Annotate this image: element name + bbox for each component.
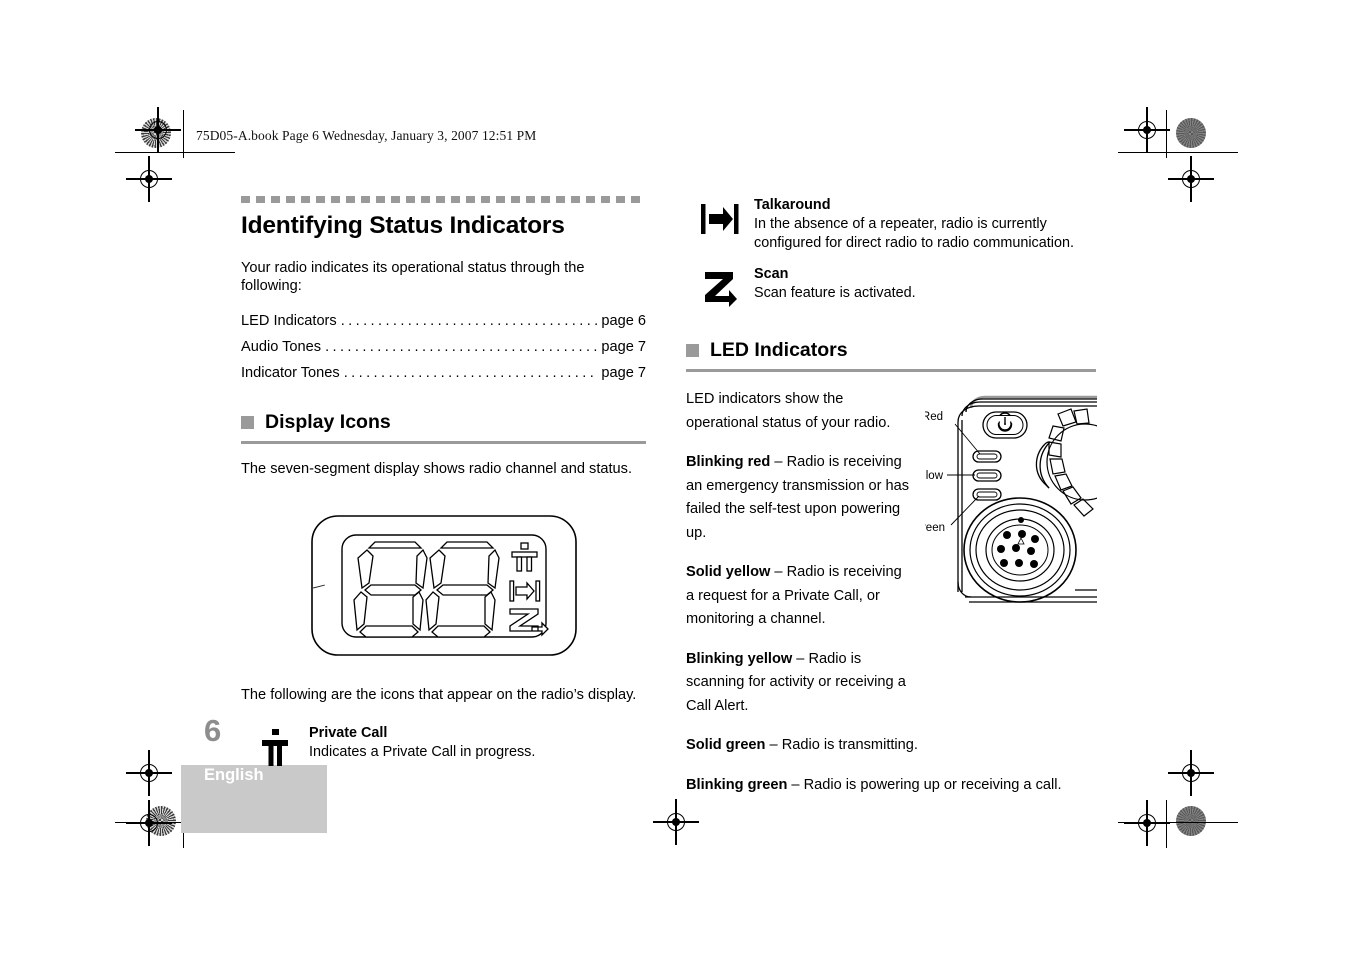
trim-line-vert-left-top [183, 110, 185, 158]
section-rule [241, 441, 646, 444]
print-slug: 75D05-A.book Page 6 Wednesday, January 3… [196, 128, 537, 143]
icon-text: Talkaround In the absence of a repeater,… [754, 196, 1096, 253]
toc-row[interactable]: Indicator Tones ........................… [241, 360, 646, 386]
icon-cell [686, 196, 754, 253]
dash: – [770, 454, 787, 470]
dash: – [770, 564, 787, 580]
section-heading-led-indicators: LED Indicators [686, 339, 1096, 362]
decorative-dashed-rule [241, 196, 646, 203]
registration-mark-bottom-center [653, 799, 699, 845]
star-target-mark-bottom-right [1176, 806, 1206, 836]
led-intro-text: LED indicators show the operational stat… [686, 391, 891, 431]
toc-leader-dots: ........................................… [340, 313, 599, 329]
icon-name: Private Call [309, 725, 388, 741]
icon-cell [686, 265, 754, 309]
page-number: 6 [204, 713, 222, 748]
callout-label-green: Green [925, 522, 945, 534]
section-heading-display-icons: Display Icons [241, 411, 646, 434]
icon-description: Indicates a Private Call in progress. [309, 744, 536, 760]
icon-text: Scan Scan feature is activated. [754, 265, 1096, 309]
trim-line-top-left [115, 152, 235, 154]
led-state-solid-yellow: Solid yellow – Radio is receiving a requ… [686, 561, 912, 632]
registration-mark-left-upper [126, 156, 172, 202]
toc-label: LED Indicators [241, 313, 337, 329]
led-red [972, 450, 1002, 463]
section-rule [686, 369, 1096, 372]
display-figure [241, 513, 646, 658]
toc-label: Indicator Tones [241, 365, 340, 381]
toc-page: page 7 [601, 339, 646, 355]
icon-description: In the absence of a repeater, radio is c… [754, 216, 1074, 251]
radio-led-callout-illustration: Red Yellow Green [925, 395, 1097, 603]
led-state-label: Blinking red [686, 454, 771, 470]
led-state-solid-green: Solid green – Radio is transmitting. [686, 734, 1091, 758]
display-icons-intro: The seven-segment display shows radio ch… [241, 461, 633, 477]
registration-mark-left-top [135, 107, 181, 153]
toc-leader-dots: ........................................… [343, 365, 599, 381]
icons-intro-text: The following are the icons that appear … [241, 686, 637, 703]
registration-mark-left-lower [126, 750, 172, 796]
section-title: Display Icons [265, 411, 391, 433]
toc-row[interactable]: LED Indicators .........................… [241, 308, 646, 334]
volume-knob [1046, 408, 1097, 517]
callout-label-red: Red [925, 411, 943, 423]
icon-legend-private-call: Private Call Indicates a Private Call in… [241, 724, 646, 768]
led-state-description: Radio is powering up or receiving a call… [803, 776, 1062, 793]
dash: – [765, 737, 782, 753]
led-state-blinking-red: Blinking red – Radio is receiving an eme… [686, 451, 912, 545]
private-call-icon [262, 729, 288, 766]
talkaround-icon [701, 204, 739, 234]
icon-name: Scan [754, 266, 789, 282]
trim-line-top-right [1118, 152, 1238, 154]
manual-page: 75D05-A.book Page 6 Wednesday, January 3… [0, 0, 1351, 954]
intro-text: Your radio indicates its operational sta… [241, 260, 585, 294]
footer-language: English [204, 766, 264, 784]
led-state-description: Radio is transmitting. [781, 737, 918, 753]
power-button [982, 411, 1028, 439]
led-state-blinking-yellow: Blinking yellow – Radio is scanning for … [686, 648, 912, 719]
icon-text: Private Call Indicates a Private Call in… [309, 724, 646, 768]
icon-cell [241, 724, 309, 768]
accessory-connector [963, 497, 1077, 603]
toc-page: page 6 [601, 313, 646, 329]
led-state-label: Blinking yellow [686, 650, 793, 667]
registration-mark-right-top [1124, 107, 1170, 153]
star-target-mark-top-right [1176, 118, 1206, 148]
square-bullet-icon [241, 416, 254, 429]
toc-row[interactable]: Audio Tones ............................… [241, 334, 646, 360]
page-title: Identifying Status Indicators [241, 212, 565, 239]
trim-line-vert-right-bottom [1166, 800, 1168, 848]
section-title: LED Indicators [710, 339, 848, 361]
table-of-contents: LED Indicators .........................… [241, 308, 646, 386]
callout-leader-red [954, 423, 981, 455]
icon-name: Talkaround [754, 197, 831, 213]
seven-segment-display-illustration [310, 514, 577, 656]
icon-legend-scan: Scan Scan feature is activated. [686, 265, 1096, 309]
trim-line-bottom-right [1118, 822, 1238, 824]
dash: – [792, 650, 809, 667]
trim-line-vert-right-top [1166, 110, 1168, 158]
led-state-label: Solid yellow [686, 564, 771, 580]
left-column: Identifying Status Indicators Your radio… [241, 196, 646, 768]
dash: – [787, 776, 804, 793]
led-state-label: Solid green [686, 737, 766, 753]
toc-page: page 7 [601, 365, 646, 381]
callout-label-yellow: Yellow [925, 470, 944, 482]
led-yellow [972, 469, 1002, 482]
registration-mark-right-lower [1168, 750, 1214, 796]
toc-label: Audio Tones [241, 339, 322, 355]
led-state-blinking-green: Blinking green – Radio is powering up or… [686, 774, 1091, 798]
toc-leader-dots: ........................................… [325, 339, 599, 355]
registration-mark-right-upper [1168, 156, 1214, 202]
icon-legend-talkaround: Talkaround In the absence of a repeater,… [686, 196, 1096, 253]
led-state-label: Blinking green [686, 776, 788, 793]
square-bullet-icon [686, 344, 699, 357]
scan-icon [705, 272, 737, 307]
icon-description: Scan feature is activated. [754, 285, 916, 301]
